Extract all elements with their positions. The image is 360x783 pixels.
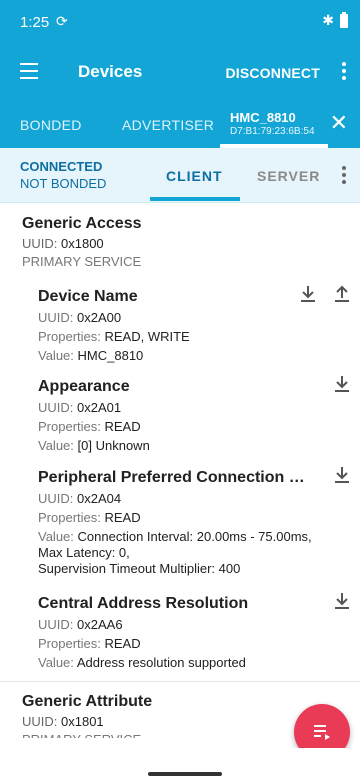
service-generic-access[interactable]: Generic Access UUID: 0x1800 PRIMARY SERV… [0,215,360,269]
characteristic-uuid: 0x2A01 [77,400,122,415]
sync-icon: ⟳ [56,13,68,29]
service-type: PRIMARY SERVICE [22,732,152,738]
characteristic-name: Central Address Resolution [38,595,249,612]
status-time: 1:25 [20,14,50,31]
characteristic-uuid: 0x2A04 [77,491,122,506]
characteristic-value: Address resolution supported [76,655,246,670]
characteristic-value-line-2: Max Latency: 0, [38,545,130,560]
uuid-label: UUID: [22,714,58,729]
status-bar: 1:25 ⟳ ✱ [0,0,360,44]
characteristic-properties: READ [104,419,141,434]
log-icon [314,725,330,740]
value-label: Value: [38,438,74,453]
uuid-label: UUID: [38,617,74,632]
characteristic-name: Peripheral Preferred Connection Para… [38,469,308,486]
download-icon[interactable] [298,285,318,303]
characteristic-name: Appearance [38,378,130,395]
properties-label: Properties: [38,510,101,525]
characteristic-value: [0] Unknown [77,438,150,453]
properties-label: Properties: [38,329,101,344]
disconnect-button[interactable]: DISCONNECT [225,65,320,81]
tab-device[interactable]: HMC_8810 D7:B1:79:23:6B:54 [230,110,315,137]
value-label: Value: [38,348,74,363]
download-icon[interactable] [332,592,352,610]
value-label: Value: [38,655,74,670]
properties-label: Properties: [38,419,101,434]
characteristic-properties: READ [104,510,141,525]
service-uuid: 0x1800 [61,236,104,251]
device-tabs: BONDED ADVERTISER HMC_8810 D7:B1:79:23:6… [0,100,360,148]
service-type: PRIMARY SERVICE [22,254,142,269]
tab-client[interactable]: CLIENT [166,168,223,184]
menu-icon[interactable] [20,63,38,79]
client-tab-indicator [150,197,240,201]
characteristic-properties: READ, WRITE [104,329,190,344]
device-name: HMC_8810 [230,110,296,125]
value-label: Value: [38,529,74,544]
characteristic-value: HMC_8810 [77,348,144,363]
upload-icon[interactable] [332,285,352,303]
characteristic-peripheral-preferred-connection-params[interactable]: Peripheral Preferred Connection Para… UU… [38,469,338,576]
overflow-menu-icon[interactable] [342,62,346,83]
tab-advertiser[interactable]: ADVERTISER [122,117,214,133]
characteristic-value-line-3: Supervision Timeout Multiplier: 400 [38,561,241,576]
session-bar: CONNECTED NOT BONDED CLIENT SERVER [0,148,360,203]
characteristic-name: Device Name [38,288,138,305]
properties-label: Properties: [38,636,101,651]
characteristic-appearance[interactable]: Appearance UUID: 0x2A01 Properties: READ… [38,378,338,453]
connected-label: CONNECTED [20,159,103,174]
characteristic-uuid: 0x2AA6 [77,617,123,632]
characteristic-central-address-resolution[interactable]: Central Address Resolution UUID: 0x2AA6 … [38,595,338,670]
characteristic-device-name[interactable]: Device Name UUID: 0x2A00 Properties: REA… [38,288,338,363]
gesture-nav-handle[interactable] [148,772,222,776]
bond-state-label: NOT BONDED [20,176,107,191]
page-title: Devices [78,62,143,81]
tab-server[interactable]: SERVER [257,168,320,184]
service-uuid: 0x1801 [61,714,104,729]
tab-bonded[interactable]: BONDED [20,117,82,133]
close-icon[interactable]: ✕ [330,110,348,136]
uuid-label: UUID: [38,310,74,325]
service-name: Generic Attribute [22,693,153,710]
characteristic-value-line-1: Connection Interval: 20.00ms - 75.00ms, [77,529,312,544]
uuid-label: UUID: [38,491,74,506]
connection-status: CONNECTED NOT BONDED [20,158,106,192]
uuid-label: UUID: [22,236,58,251]
session-overflow-icon[interactable] [342,166,346,187]
download-icon[interactable] [332,466,352,484]
characteristic-properties: READ [104,636,141,651]
uuid-label: UUID: [38,400,74,415]
download-icon[interactable] [332,375,352,393]
device-mac: D7:B1:79:23:6B:54 [230,126,315,137]
app-bar: Devices DISCONNECT [0,44,360,100]
bottom-area [0,748,360,783]
bluetooth-icon: ✱ [322,12,334,28]
service-name: Generic Access [22,215,142,232]
service-generic-attribute[interactable]: Generic Attribute UUID: 0x1801 PRIMARY S… [0,681,152,738]
services-list[interactable]: Generic Access UUID: 0x1800 PRIMARY SERV… [0,203,360,738]
characteristic-uuid: 0x2A00 [77,310,122,325]
battery-icon [340,12,348,28]
